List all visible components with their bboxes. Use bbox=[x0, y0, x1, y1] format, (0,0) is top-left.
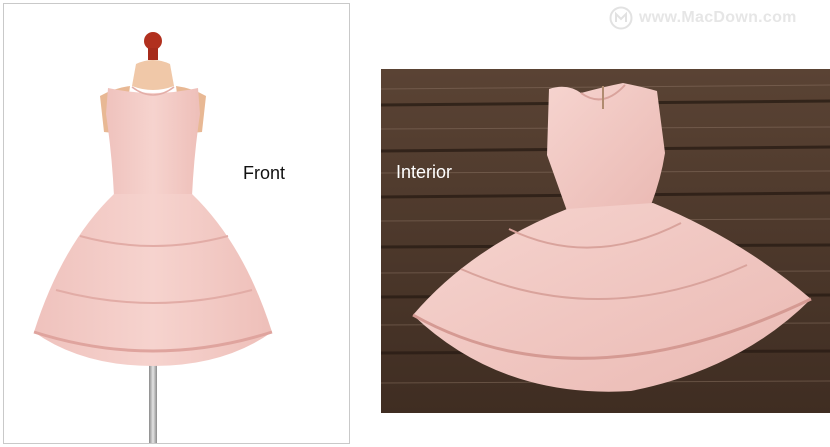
interior-label: Interior bbox=[396, 162, 453, 182]
dress-bodice-flat bbox=[547, 83, 665, 211]
dress-bodice bbox=[106, 88, 200, 196]
macdown-logo-icon bbox=[609, 6, 633, 30]
mannequin-dress-illustration bbox=[33, 32, 273, 443]
front-label: Front bbox=[243, 163, 286, 183]
mannequin-neck bbox=[132, 60, 174, 90]
wood-dress-illustration bbox=[381, 69, 830, 413]
mannequin-finial bbox=[144, 32, 162, 50]
watermark-text: www.MacDown.com bbox=[639, 9, 797, 26]
watermark: www.MacDown.com bbox=[609, 6, 797, 30]
interior-photo bbox=[381, 69, 830, 413]
mannequin-pole bbox=[149, 359, 157, 443]
front-photo bbox=[3, 3, 350, 444]
